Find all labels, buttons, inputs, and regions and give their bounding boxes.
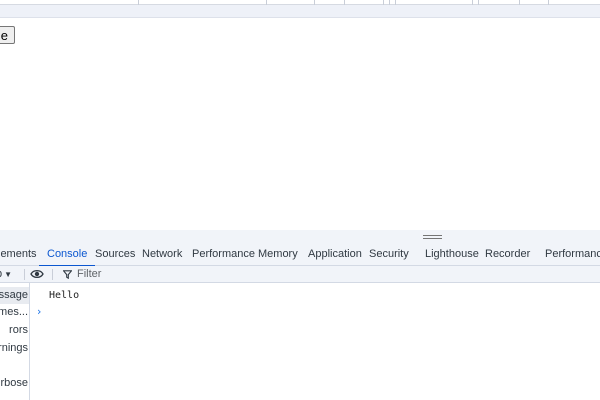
tab-lighthouse[interactable]: Lighthouse	[425, 244, 479, 266]
screen: le lements Console Sources Network Perfo…	[0, 0, 600, 400]
column-divider	[395, 0, 396, 5]
tab-security[interactable]: Security	[369, 244, 409, 266]
column-divider	[519, 0, 520, 5]
devtools-panel: lements Console Sources Network Performa…	[0, 230, 600, 400]
column-divider	[314, 0, 315, 5]
console-toolbar: p▼ Filter	[0, 266, 600, 283]
context-selector[interactable]: p▼	[0, 268, 12, 280]
toolbar-divider	[52, 269, 53, 280]
tab-performance-insights[interactable]: Performance in	[545, 244, 600, 266]
sidebar-item-warnings[interactable]: arnings	[0, 340, 29, 357]
caret-down-icon: ▼	[4, 270, 13, 279]
sidebar-item-errors[interactable]: rors	[0, 322, 29, 339]
sidebar-item-user-messages[interactable]: r mes...	[0, 304, 29, 321]
column-divider	[472, 0, 473, 5]
devtools-resizer[interactable]	[0, 230, 600, 244]
tab-application[interactable]: Application	[308, 244, 362, 266]
drag-handle-icon[interactable]	[423, 235, 442, 239]
column-divider	[344, 0, 345, 5]
devtools-tabbar: lements Console Sources Network Performa…	[0, 244, 600, 267]
eye-icon[interactable]	[30, 268, 44, 280]
tab-elements[interactable]: lements	[0, 244, 37, 266]
sidebar-item-label: r mes...	[0, 306, 28, 318]
top-strip	[0, 0, 600, 18]
console-body: ssage r mes... rors arnings rbose Hello …	[0, 283, 600, 400]
sidebar-item-label: rbose	[0, 377, 28, 389]
page-button[interactable]: le	[0, 26, 15, 44]
column-divider	[138, 0, 139, 5]
tab-recorder[interactable]: Recorder	[485, 244, 530, 266]
page-content: le	[0, 18, 600, 230]
column-divider	[478, 0, 479, 5]
tab-network[interactable]: Network	[142, 244, 182, 266]
tab-memory[interactable]: Memory	[258, 244, 298, 266]
sidebar-item-verbose[interactable]: rbose	[0, 375, 29, 392]
console-sidebar: ssage r mes... rors arnings rbose	[0, 283, 30, 400]
column-divider	[389, 0, 390, 5]
context-label: p	[0, 268, 2, 280]
filter-input[interactable]: Filter	[63, 268, 101, 280]
column-divider	[548, 0, 549, 5]
sidebar-item-label: ssage	[0, 289, 28, 301]
top-band	[0, 0, 600, 5]
filter-icon	[63, 269, 72, 279]
column-divider	[383, 0, 384, 5]
tab-sources[interactable]: Sources	[95, 244, 135, 266]
sidebar-item-messages[interactable]: ssage	[0, 287, 29, 304]
column-divider	[266, 0, 267, 5]
console-messages: Hello ›	[31, 283, 600, 400]
tab-console[interactable]: Console	[38, 244, 96, 267]
filter-placeholder: Filter	[77, 268, 102, 280]
tab-performance[interactable]: Performance	[192, 244, 255, 266]
sidebar-item-info[interactable]	[0, 358, 29, 375]
console-message: Hello	[49, 290, 80, 301]
sidebar-item-label: arnings	[0, 342, 28, 354]
chevron-right-icon[interactable]: ›	[37, 305, 41, 318]
toolbar-divider	[24, 269, 25, 280]
sidebar-item-label: rors	[9, 324, 28, 336]
